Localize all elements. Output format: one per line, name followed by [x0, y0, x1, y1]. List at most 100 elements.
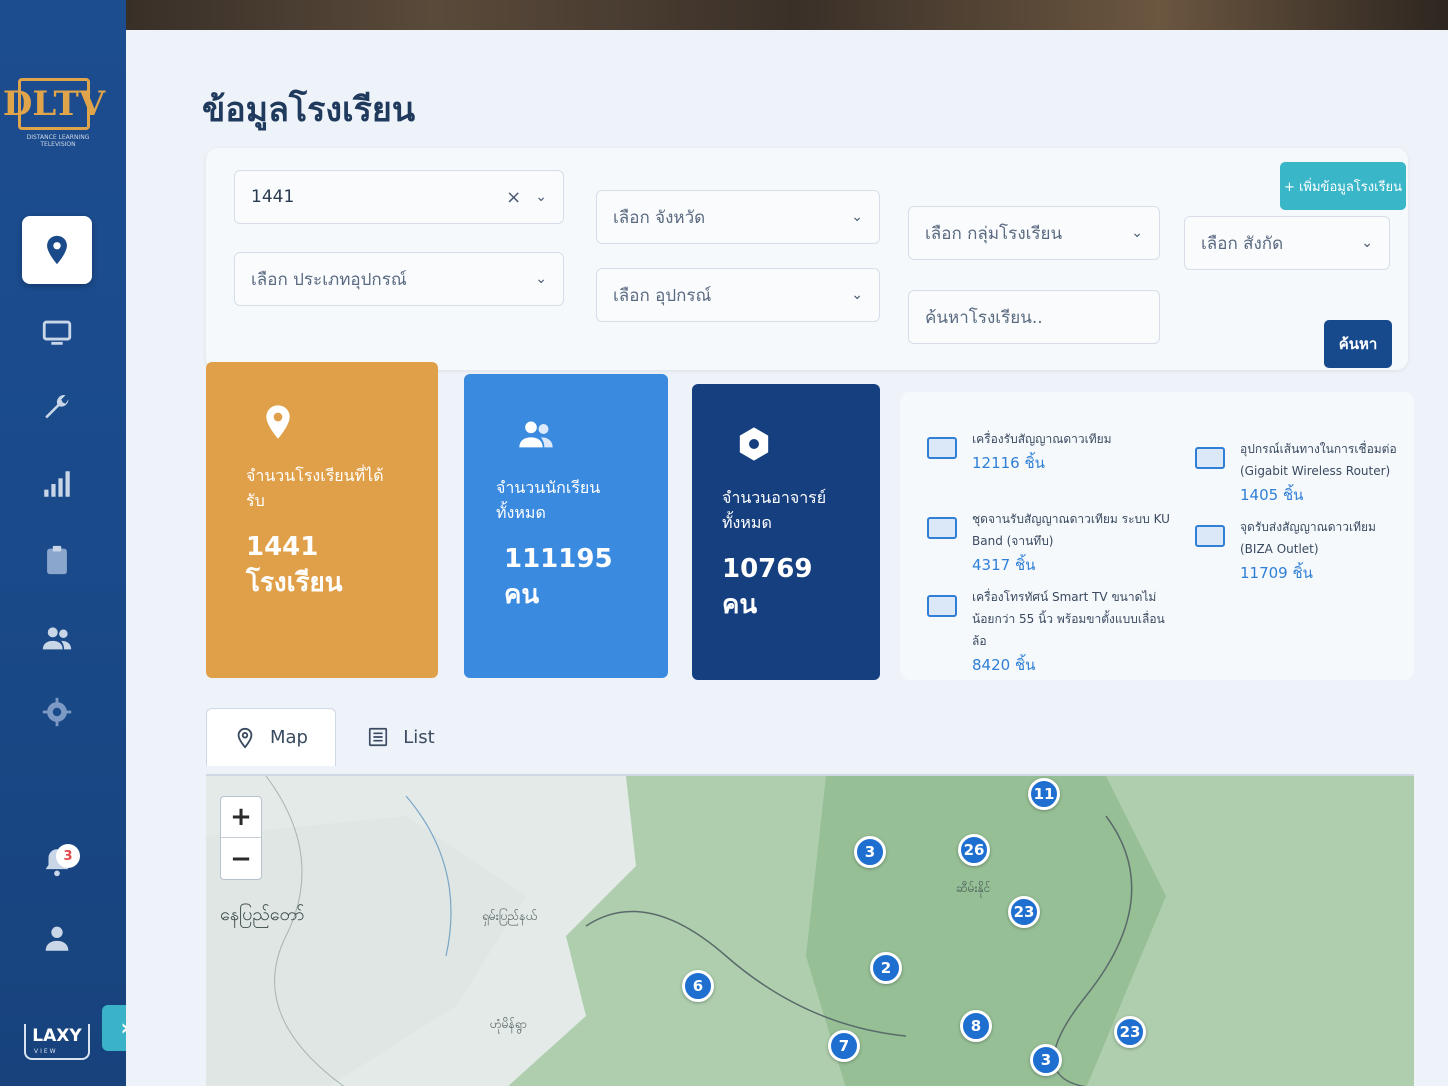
- main-content: ข้อมูลโรงเรียน 1441 × ⌄ เลือก จังหวัด ⌄ …: [126, 30, 1448, 1086]
- map-cluster-marker[interactable]: 3: [854, 836, 886, 868]
- bar-chart-icon: [44, 471, 70, 497]
- sidebar-item-settings[interactable]: [22, 678, 92, 746]
- view-tabs: Map List: [206, 708, 466, 766]
- zoom-control: + −: [220, 796, 262, 880]
- map-cluster-marker[interactable]: 7: [828, 1030, 860, 1062]
- map-label: နေပြည်တော်: [220, 904, 305, 925]
- sidebar-item-users[interactable]: [22, 604, 92, 672]
- sidebar-item-maintenance[interactable]: [22, 374, 92, 442]
- equipment-count: 4317 ชิ้น: [972, 556, 1036, 574]
- equipment-count: 11709 ชิ้น: [1240, 564, 1313, 582]
- hexagon-icon: [739, 427, 769, 461]
- stat-card-students: จำนวนนักเรียนทั้งหมด 111195 คน: [464, 374, 668, 678]
- notification-badge: 3: [56, 844, 80, 868]
- chevron-down-icon: ⌄: [1361, 235, 1373, 251]
- chevron-down-icon: ⌄: [535, 271, 547, 287]
- user-icon: [45, 926, 69, 951]
- stat-value: 1441 โรงเรียน: [246, 532, 343, 598]
- filter-panel: 1441 × ⌄ เลือก จังหวัด ⌄ เลือก กลุ่มโรงเ…: [206, 148, 1408, 370]
- monitor-icon: [42, 320, 72, 345]
- province-select[interactable]: เลือก จังหวัด ⌄: [596, 190, 880, 244]
- sidebar-item-tasks[interactable]: [22, 526, 92, 594]
- tab-map[interactable]: Map: [206, 708, 336, 766]
- school-id-value: 1441: [251, 187, 295, 207]
- users-icon: [519, 421, 553, 448]
- province-placeholder: เลือก จังหวัด: [613, 207, 706, 228]
- equipment-panel: เครื่องรับสัญญาณดาวเทียม 12116 ชิ้น ชุดจ…: [900, 392, 1414, 680]
- clear-icon[interactable]: ×: [506, 187, 521, 208]
- chevron-down-icon[interactable]: ⌄: [535, 189, 547, 205]
- device-placeholder: เลือก อุปกรณ์: [613, 285, 712, 306]
- stat-card-schools: จำนวนโรงเรียนที่ได้รับ 1441 โรงเรียน: [206, 362, 438, 678]
- school-search-input[interactable]: ค้นหาโรงเรียน..: [908, 290, 1160, 344]
- footer-brand-sub: VIEW: [34, 1048, 58, 1055]
- map-cluster-marker[interactable]: 3: [1030, 1044, 1062, 1076]
- map-cluster-marker[interactable]: 26: [958, 834, 990, 866]
- zoom-in-button[interactable]: +: [221, 797, 261, 838]
- map-label: ဟုံမိန်ရွာ: [490, 1017, 527, 1031]
- equipment-name: เครื่องโทรทัศน์ Smart TV ขนาดไม่น้อยกว่า…: [972, 590, 1165, 648]
- chevron-down-icon: ⌄: [1131, 225, 1143, 241]
- users-icon: [42, 627, 72, 650]
- monitor-icon: [1195, 525, 1225, 547]
- logo-subtitle: DISTANCE LEARNING TELEVISION: [26, 134, 90, 148]
- map-pin-icon: [237, 727, 253, 749]
- map-pin-icon: [266, 405, 290, 439]
- clipboard-icon: [47, 545, 67, 575]
- stat-label: จำนวนอาจารย์ทั้งหมด: [722, 488, 827, 532]
- equipment-name: จุดรับส่งสัญญาณดาวเทียม (BIZA Outlet): [1240, 520, 1376, 556]
- map-label: ဆီမ်းနိုင်: [956, 881, 991, 895]
- map-cluster-marker[interactable]: 23: [1114, 1016, 1146, 1048]
- app-logo: DLTV DISTANCE LEARNING TELEVISION: [3, 78, 105, 150]
- school-group-placeholder: เลือก กลุ่มโรงเรียน: [925, 223, 1063, 244]
- map-cluster-marker[interactable]: 6: [682, 970, 714, 1002]
- device-select[interactable]: เลือก อุปกรณ์ ⌄: [596, 268, 880, 322]
- stat-card-teachers: จำนวนอาจารย์ทั้งหมด 10769 คน: [692, 384, 880, 680]
- equipment-count: 1405 ชิ้น: [1240, 486, 1304, 504]
- map-cluster-marker[interactable]: 23: [1008, 896, 1040, 928]
- map-cluster-marker[interactable]: 11: [1028, 778, 1060, 810]
- equipment-name: อุปกรณ์เส้นทางในการเชื่อมต่อ (Gigabit Wi…: [1240, 442, 1397, 478]
- sidebar: DLTV DISTANCE LEARNING TELEVISION 3 LAXY…: [0, 0, 126, 1086]
- map-cluster-marker[interactable]: 8: [960, 1010, 992, 1042]
- equipment-count: 12116 ชิ้น: [972, 454, 1045, 472]
- gear-icon: [42, 697, 72, 727]
- sidebar-item-profile[interactable]: [22, 904, 92, 972]
- school-search-placeholder: ค้นหาโรงเรียน..: [925, 307, 1043, 328]
- equipment-item: จุดรับส่งสัญญาณดาวเทียม (BIZA Outlet) 11…: [1194, 516, 1404, 586]
- equipment-item: อุปกรณ์เส้นทางในการเชื่อมต่อ (Gigabit Wi…: [1194, 438, 1404, 508]
- stat-value: 10769 คน: [722, 554, 813, 620]
- equipment-item: เครื่องรับสัญญาณดาวเทียม 12116 ชิ้น: [926, 428, 1176, 476]
- equipment-item: เครื่องโทรทัศน์ Smart TV ขนาดไม่น้อยกว่า…: [926, 586, 1176, 678]
- stat-value: 111195 คน: [504, 544, 613, 610]
- sidebar-item-map[interactable]: [22, 216, 92, 284]
- tab-list[interactable]: List: [336, 708, 466, 766]
- affiliation-select[interactable]: เลือก สังกัด ⌄: [1184, 216, 1390, 270]
- school-id-select[interactable]: 1441 × ⌄: [234, 170, 564, 224]
- sidebar-item-reports[interactable]: [22, 450, 92, 518]
- monitor-icon: [927, 517, 957, 539]
- tab-label: List: [403, 726, 435, 748]
- logo-mark: DLTV: [3, 78, 105, 130]
- device-type-select[interactable]: เลือก ประเภทอุปกรณ์ ⌄: [234, 252, 564, 306]
- search-button[interactable]: ค้นหา: [1324, 320, 1392, 368]
- sidebar-item-devices[interactable]: [22, 298, 92, 366]
- page-title: ข้อมูลโรงเรียน: [202, 90, 416, 130]
- map-cluster-marker[interactable]: 2: [870, 952, 902, 984]
- stat-label: จำนวนโรงเรียนที่ได้รับ: [246, 466, 384, 510]
- zoom-out-button[interactable]: −: [221, 838, 261, 879]
- stat-label: จำนวนนักเรียนทั้งหมด: [496, 478, 601, 522]
- tab-label: Map: [270, 727, 308, 748]
- monitor-icon: [1195, 447, 1225, 469]
- equipment-count: 8420 ชิ้น: [972, 656, 1036, 674]
- monitor-icon: [927, 595, 957, 617]
- school-group-select[interactable]: เลือก กลุ่มโรงเรียน ⌄: [908, 206, 1160, 260]
- map-terrain: [206, 776, 1414, 1086]
- equipment-item: ชุดจานรับสัญญาณดาวเทียม ระบบ KU Band (จา…: [926, 508, 1176, 578]
- list-icon: [369, 727, 388, 747]
- add-school-button[interactable]: + เพิ่มข้อมูลโรงเรียน: [1280, 162, 1406, 210]
- map-pin-icon: [47, 235, 67, 265]
- monitor-icon: [927, 437, 957, 459]
- map-label: ရှမ်းပြည်နယ်: [482, 909, 538, 923]
- school-map[interactable]: + − နေပြည်တော် ရှမ်းပြည်နယ် ဆီမ်းနိုင် ဟ…: [206, 774, 1414, 1086]
